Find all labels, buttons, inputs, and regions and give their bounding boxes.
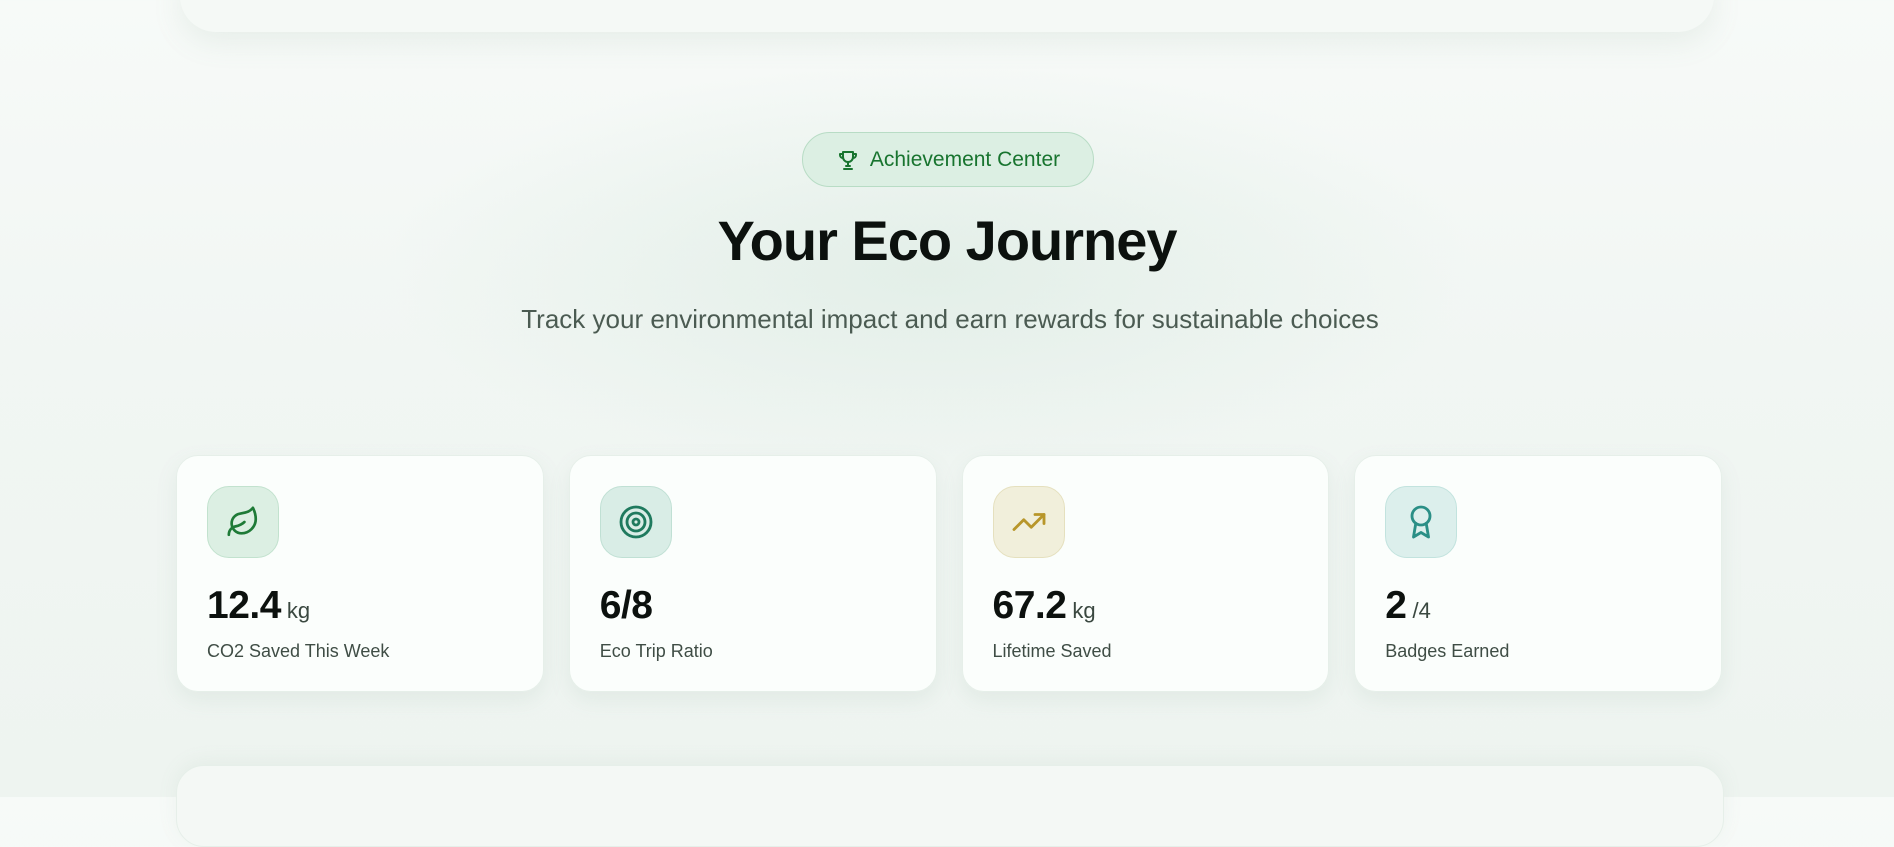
target-icon <box>599 486 672 558</box>
trophy-icon <box>836 148 860 172</box>
award-icon <box>1385 486 1458 558</box>
stat-unit: kg <box>1072 598 1096 623</box>
stat-card-eco-trip-ratio: 6/8 Eco Trip Ratio <box>568 455 937 692</box>
stat-card-badges-earned: 2 /4 Badges Earned <box>1354 455 1722 692</box>
stat-value-row: 6/8 <box>600 584 659 628</box>
stat-label: CO2 Saved This Week <box>207 641 390 661</box>
stat-label: Badges Earned <box>1385 641 1510 661</box>
stat-unit: kg <box>286 598 311 623</box>
page-subtitle: Track your environmental impact and earn… <box>521 304 1379 334</box>
stat-value: 67.2 <box>992 584 1067 627</box>
achievement-center-badge: Achievement Center <box>802 132 1094 187</box>
stat-card-lifetime-saved: 67.2 kg Lifetime Saved <box>961 455 1330 692</box>
stats-row: 12.4 kg CO2 Saved This Week 6/8 Eco Trip… <box>176 455 1722 692</box>
stat-value-row: 2 /4 <box>1385 584 1431 628</box>
stat-label: Lifetime Saved <box>992 641 1112 661</box>
stat-value-row: 12.4 kg <box>207 584 310 628</box>
leaf-icon <box>207 486 279 558</box>
badge-label: Achievement Center <box>869 147 1061 171</box>
page-title: Your Eco Journey <box>717 209 1177 272</box>
stat-card-co2-week: 12.4 kg CO2 Saved This Week <box>176 455 544 692</box>
next-section-panel <box>176 765 1724 847</box>
top-panel <box>180 0 1714 32</box>
stat-value: 2 <box>1385 584 1407 627</box>
stat-value-row: 67.2 kg <box>993 584 1096 628</box>
stat-unit: /4 <box>1412 598 1431 623</box>
stat-label: Eco Trip Ratio <box>599 641 713 661</box>
stat-value: 12.4 <box>207 584 281 627</box>
stat-value: 6/8 <box>599 584 653 627</box>
trending-up-icon <box>992 486 1065 558</box>
